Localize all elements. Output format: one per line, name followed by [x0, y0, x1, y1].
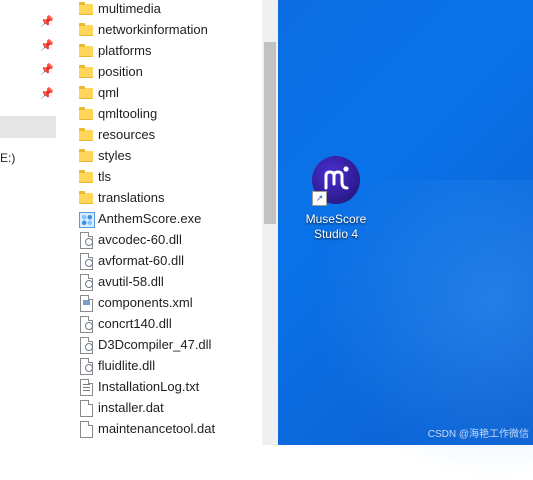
file-name: qml: [98, 85, 119, 100]
dll-file-icon: [78, 357, 94, 375]
file-name: position: [98, 64, 143, 79]
folder-icon: [78, 64, 94, 80]
pin-icon[interactable]: 📌: [40, 39, 54, 53]
file-item[interactable]: concrt140.dll: [58, 313, 262, 334]
pin-icon[interactable]: 📌: [40, 63, 54, 77]
shortcut-label-line2: Studio 4: [313, 227, 359, 241]
file-icon: [78, 399, 94, 417]
file-item[interactable]: InstallationLog.txt: [58, 376, 262, 397]
shortcut-label: MuseScore Studio 4: [294, 212, 378, 242]
file-name: qmltooling: [98, 106, 158, 121]
folder-item[interactable]: resources: [58, 124, 262, 145]
file-name: avcodec-60.dll: [98, 232, 182, 247]
file-name: concrt140.dll: [98, 316, 172, 331]
dll-file-icon: [78, 252, 94, 270]
desktop-shortcut-musescore[interactable]: ↗ MuseScore Studio 4: [294, 152, 378, 242]
file-item[interactable]: avformat-60.dll: [58, 250, 262, 271]
file-icon: [78, 420, 94, 438]
file-item[interactable]: AnthemScore.exe: [58, 208, 262, 229]
text-file-icon: [78, 378, 94, 396]
folder-item[interactable]: networkinformation: [58, 19, 262, 40]
folder-icon: [78, 127, 94, 143]
file-name: installer.dat: [98, 400, 164, 415]
file-name: maintenancetool.dat: [98, 421, 216, 436]
folder-item[interactable]: platforms: [58, 40, 262, 61]
vertical-scrollbar[interactable]: [262, 0, 278, 445]
file-name: fluidlite.dll: [98, 358, 156, 373]
file-item[interactable]: avutil-58.dll: [58, 271, 262, 292]
file-name: translations: [98, 190, 165, 205]
file-name: styles: [98, 148, 132, 163]
shortcut-arrow-icon: ↗: [312, 191, 327, 206]
folder-item[interactable]: translations: [58, 187, 262, 208]
file-name: multimedia: [98, 1, 161, 16]
folder-item[interactable]: position: [58, 61, 262, 82]
file-list: multimedia networkinformation platforms pos…: [58, 0, 262, 445]
watermark-text: CSDN @海艳工作微信: [427, 429, 529, 440]
folder-icon: [78, 22, 94, 38]
nav-item-selected[interactable]: [0, 116, 56, 138]
dll-file-icon: [78, 315, 94, 333]
nav-drive-label[interactable]: E:): [0, 151, 15, 165]
dll-file-icon: [78, 273, 94, 291]
folder-icon: [78, 106, 94, 122]
musescore-logo-icon: ↗: [312, 156, 360, 206]
folder-item[interactable]: qmltooling: [58, 103, 262, 124]
file-name: resources: [98, 127, 156, 142]
pin-icon[interactable]: 📌: [40, 87, 54, 101]
dll-file-icon: [78, 231, 94, 249]
file-explorer-window: 📌 📌 📌 📌 E:) multimedia networkinformation…: [0, 0, 278, 445]
file-name: InstallationLog.txt: [98, 379, 200, 394]
file-name: avutil-58.dll: [98, 274, 164, 289]
file-name: networkinformation: [98, 22, 208, 37]
file-name: tls: [98, 169, 111, 184]
folder-icon: [78, 190, 94, 206]
file-item[interactable]: components.xml: [58, 292, 262, 313]
file-item[interactable]: D3Dcompiler_47.dll: [58, 334, 262, 355]
file-name: components.xml: [98, 295, 193, 310]
pin-icon[interactable]: 📌: [40, 15, 54, 29]
file-item[interactable]: maintenancetool.dat: [58, 418, 262, 439]
file-item[interactable]: fluidlite.dll: [58, 355, 262, 376]
folder-item[interactable]: qml: [58, 82, 262, 103]
file-name: platforms: [98, 43, 152, 58]
folder-icon: [78, 85, 94, 101]
file-name: avformat-60.dll: [98, 253, 184, 268]
folder-item[interactable]: styles: [58, 145, 262, 166]
shortcut-label-line1: MuseScore: [305, 212, 367, 226]
file-name: D3Dcompiler_47.dll: [98, 337, 212, 352]
folder-icon: [78, 169, 94, 185]
xml-file-icon: [78, 294, 94, 312]
dll-file-icon: [78, 336, 94, 354]
navigation-pane: 📌 📌 📌 📌 E:): [0, 0, 58, 445]
folder-icon: [78, 43, 94, 59]
exe-icon: [78, 211, 95, 228]
folder-icon: [78, 148, 94, 164]
scrollbar-thumb[interactable]: [264, 42, 276, 224]
file-name: AnthemScore.exe: [98, 211, 202, 226]
folder-item[interactable]: multimedia: [58, 0, 262, 19]
folder-icon: [78, 1, 94, 17]
file-item[interactable]: installer.dat: [58, 397, 262, 418]
file-item[interactable]: avcodec-60.dll: [58, 229, 262, 250]
folder-item[interactable]: tls: [58, 166, 262, 187]
